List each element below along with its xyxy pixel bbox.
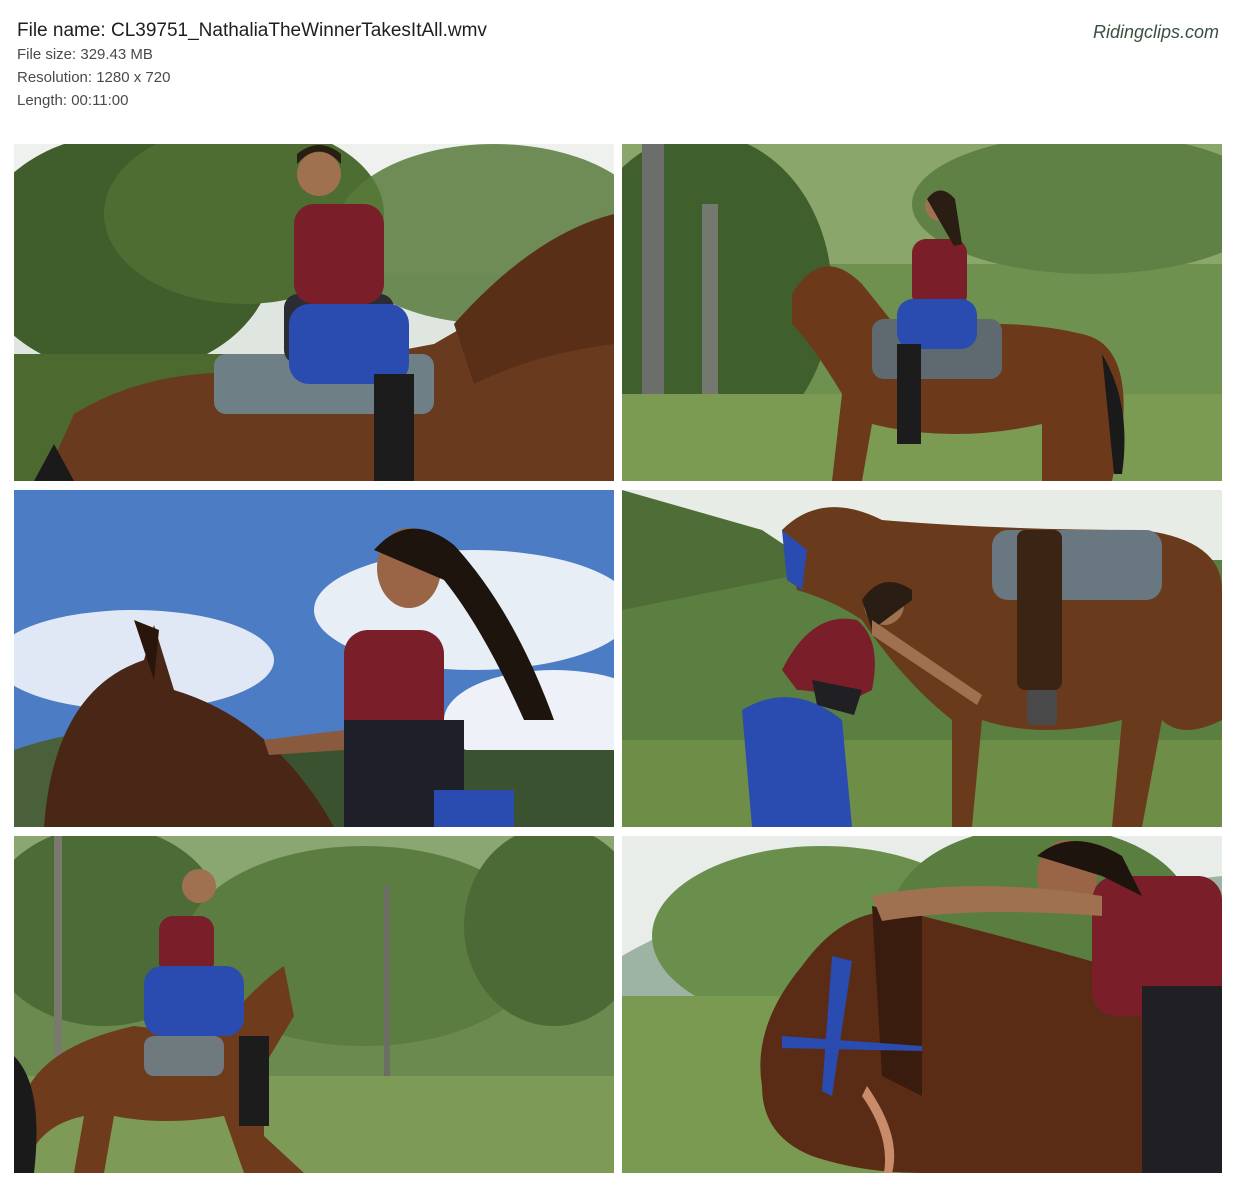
thumbnail-5-image [14, 836, 614, 1173]
thumbnail-5[interactable] [14, 836, 614, 1173]
thumbnail-2-image [622, 144, 1222, 481]
thumbnail-6-image [622, 836, 1222, 1173]
thumbnail-3-image [14, 490, 614, 827]
file-size-text: File size: 329.43 MB [17, 46, 153, 63]
thumbnail-1-image [14, 144, 614, 481]
thumbnail-6[interactable] [622, 836, 1222, 1173]
length-text: Length: 00:11:00 [17, 92, 129, 109]
thumbnail-3[interactable] [14, 490, 614, 827]
thumbnail-4-image [622, 490, 1222, 827]
thumbnail-4[interactable] [622, 490, 1222, 827]
thumbnail-1[interactable] [14, 144, 614, 481]
file-name-text: File name: CL39751_NathaliaTheWinnerTake… [17, 20, 487, 41]
thumbnail-2[interactable] [622, 144, 1222, 481]
video-info-header: File name: CL39751_NathaliaTheWinnerTake… [17, 18, 1219, 118]
resolution-text: Resolution: 1280 x 720 [17, 69, 171, 86]
brand-watermark: Ridingclips.com [1092, 22, 1219, 42]
thumbnail-grid [14, 144, 1222, 1174]
